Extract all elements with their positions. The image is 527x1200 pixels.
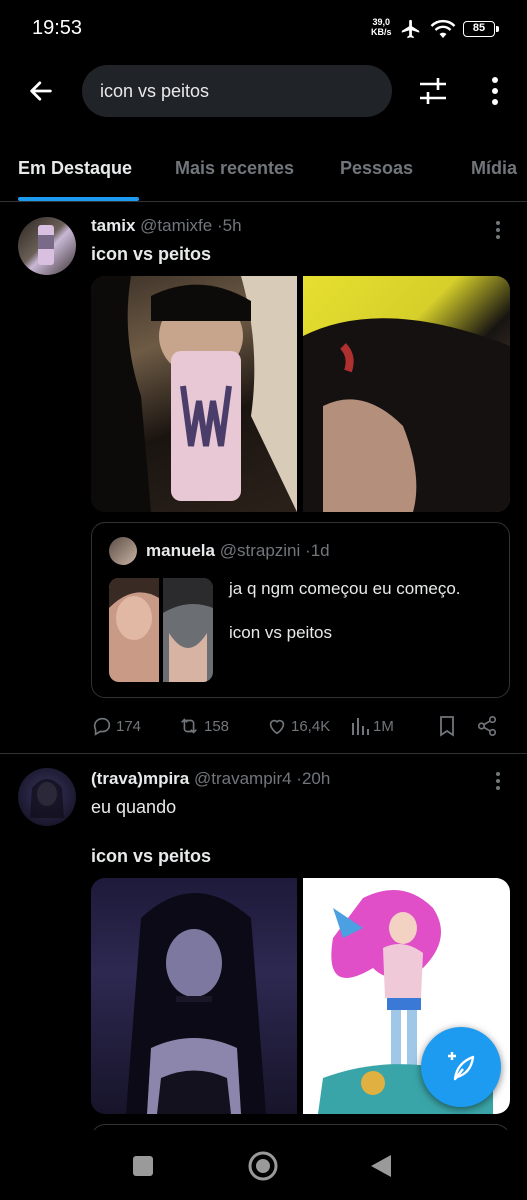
quote-text-line: ja q ngm começou eu começo. xyxy=(229,579,461,598)
repost-button[interactable]: 158 xyxy=(177,711,229,741)
heart-icon xyxy=(269,719,285,735)
search-header xyxy=(0,58,527,124)
back-nav-button[interactable] xyxy=(365,1150,397,1182)
cosplay-photo xyxy=(126,893,266,1114)
energy-drink-photo xyxy=(91,276,297,512)
post-time: 20h xyxy=(301,769,331,788)
active-tab-indicator xyxy=(18,197,139,201)
author-handle[interactable]: @travampir4 xyxy=(194,769,292,788)
quote-header: manuela @strapzini ·1d xyxy=(146,541,330,561)
post-text: eu quando xyxy=(91,797,177,817)
post-text-line: icon vs peitos xyxy=(91,846,212,866)
back-button[interactable] xyxy=(22,72,60,110)
quote-media[interactable] xyxy=(109,578,213,682)
vertical-dots-icon xyxy=(496,221,500,239)
quote-media-images xyxy=(109,578,213,682)
author-name[interactable]: (trava)mpira xyxy=(91,769,189,788)
repost-count: 158 xyxy=(204,717,230,735)
views-chart-icon xyxy=(352,718,369,735)
post-media[interactable] xyxy=(91,276,510,512)
quote-text-spacer xyxy=(229,602,461,620)
quote-text: ja q ngm começou eu começo. icon vs peit… xyxy=(229,576,461,646)
search-filters-button[interactable] xyxy=(414,72,452,110)
like-count: 16,4K xyxy=(291,717,331,735)
quote-author-name[interactable]: manuela xyxy=(146,541,215,560)
post-text: icon vs peitos xyxy=(91,244,212,264)
hair-closeup-photo xyxy=(303,318,510,512)
quote-author-handle[interactable]: @strapzini xyxy=(220,541,301,560)
square-icon xyxy=(133,1156,153,1176)
post-more-button[interactable] xyxy=(488,769,508,793)
network-speed: 39,0 KB/s xyxy=(371,17,392,37)
quote-avatar[interactable] xyxy=(109,537,137,565)
compose-post-button[interactable] xyxy=(421,1027,501,1107)
media-image-1[interactable] xyxy=(91,276,297,512)
network-speed-value: 39,0 xyxy=(372,17,391,27)
views-button[interactable]: 1M xyxy=(350,711,394,741)
status-bar: 19:53 39,0 KB/s 85 xyxy=(0,0,527,58)
post-header: (trava)mpira @travampir4 ·20h xyxy=(91,769,330,789)
bookmark-icon xyxy=(440,716,454,737)
more-options-button[interactable] xyxy=(480,72,510,110)
circle-home-icon xyxy=(248,1151,278,1181)
views-count: 1M xyxy=(373,717,394,735)
vertical-dots-icon xyxy=(496,772,500,790)
feather-plus-icon xyxy=(448,1052,475,1081)
search-input[interactable] xyxy=(82,65,392,117)
avatar-image xyxy=(30,779,64,818)
reply-count: 174 xyxy=(116,717,142,735)
tab-mais-recentes[interactable]: Mais recentes xyxy=(175,158,294,179)
share-button[interactable] xyxy=(476,711,501,741)
quoted-post[interactable]: manuela @strapzini ·1d ja q ngm começou … xyxy=(91,522,510,698)
post-actions: 174 158 16,4K 1M xyxy=(91,711,510,741)
arrow-left-icon xyxy=(30,81,52,101)
avatar[interactable] xyxy=(18,217,76,275)
battery-indicator: 85 xyxy=(463,21,499,37)
bookmark-button[interactable] xyxy=(436,711,461,741)
search-tabs: Em Destaque Mais recentes Pessoas Mídia xyxy=(0,140,527,202)
post-time: 5h xyxy=(222,216,242,235)
quote-text-line: icon vs peitos xyxy=(229,623,332,642)
author-name[interactable]: tamix xyxy=(91,216,135,235)
tab-em-destaque[interactable]: Em Destaque xyxy=(18,158,132,179)
tab-midia[interactable]: Mídia xyxy=(471,158,517,179)
quote-time: 1d xyxy=(310,541,330,560)
share-icon xyxy=(477,716,497,736)
airplane-icon xyxy=(401,19,420,39)
search-box[interactable] xyxy=(82,65,392,117)
reply-icon xyxy=(93,717,111,736)
status-time: 19:53 xyxy=(32,17,83,39)
media-image-2[interactable] xyxy=(303,276,510,512)
system-navigation-bar xyxy=(0,1130,527,1200)
post[interactable]: tamix @tamixfe ·5h icon vs peitos manuel… xyxy=(0,203,527,753)
repost-icon xyxy=(181,718,197,734)
tab-pessoas[interactable]: Pessoas xyxy=(340,158,413,179)
reply-button[interactable]: 174 xyxy=(91,711,141,741)
author-handle[interactable]: @tamixfe xyxy=(140,216,212,235)
like-button[interactable]: 16,4K xyxy=(266,711,330,741)
wifi-icon xyxy=(430,19,456,38)
home-button[interactable] xyxy=(247,1150,279,1182)
vertical-dots-icon xyxy=(492,77,498,105)
network-speed-unit: KB/s xyxy=(371,27,392,37)
avatar-image xyxy=(38,225,54,265)
triangle-back-icon xyxy=(371,1155,391,1177)
post-header: tamix @tamixfe ·5h xyxy=(91,216,242,236)
post-more-button[interactable] xyxy=(488,218,508,242)
avatar[interactable] xyxy=(18,768,76,826)
sliders-icon xyxy=(420,78,446,104)
recent-apps-button[interactable] xyxy=(127,1150,159,1182)
media-image-1[interactable] xyxy=(91,878,297,1114)
